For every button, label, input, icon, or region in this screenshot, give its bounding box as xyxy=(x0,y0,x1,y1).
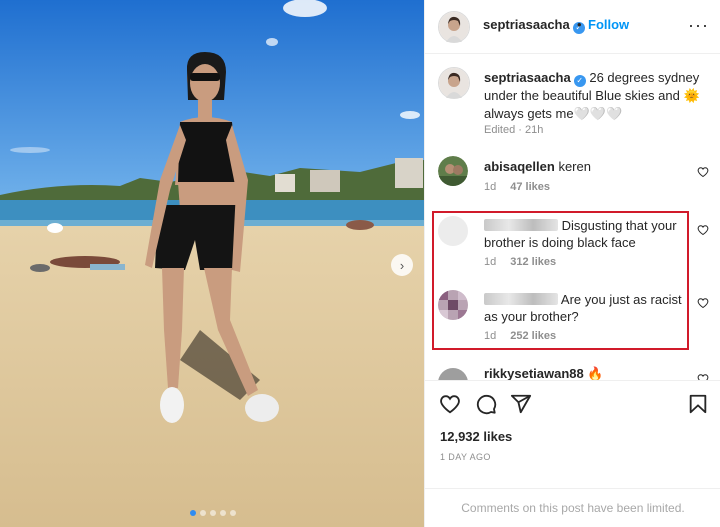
comment-text: abisaqellen keren xyxy=(484,158,684,175)
paper-plane-icon[interactable] xyxy=(510,393,532,415)
edited-label: Edited xyxy=(484,124,516,136)
fire-emoji-icon: 🔥 xyxy=(587,366,604,380)
carousel-dots xyxy=(190,510,236,516)
comments-limited-notice: Comments on this post have been limited. xyxy=(425,488,720,527)
post-photo[interactable]: › xyxy=(0,0,424,527)
post-header: septriasaacha ✓ • Follow ··· xyxy=(425,0,720,54)
caption-meta: Edited · 21h xyxy=(484,124,544,136)
heart-icon[interactable] xyxy=(439,393,461,415)
caption-username[interactable]: septriasaacha xyxy=(484,70,571,85)
heart-icon[interactable] xyxy=(697,373,709,380)
carousel-dot xyxy=(230,510,236,516)
comment-item: rikkysetiawan88 🔥 xyxy=(425,362,720,380)
carousel-dot xyxy=(210,510,216,516)
comment-likes[interactable]: 47 likes xyxy=(510,181,550,193)
heart-icon[interactable] xyxy=(697,166,709,178)
post-actions xyxy=(425,380,720,420)
heart-icon[interactable] xyxy=(697,297,709,309)
author-avatar[interactable] xyxy=(438,11,470,43)
comment-username[interactable]: rikkysetiawan88 xyxy=(484,366,584,380)
caption-text: septriasaacha ✓ 26 degrees sydney under t… xyxy=(484,69,704,123)
more-options-icon[interactable]: ··· xyxy=(688,15,709,36)
caption-time[interactable]: 21h xyxy=(525,124,543,136)
next-photo-button[interactable]: › xyxy=(391,254,413,276)
comment-time[interactable]: 1d xyxy=(484,181,496,193)
caption-avatar[interactable] xyxy=(438,67,470,99)
verified-badge-icon: ✓ xyxy=(573,75,586,87)
beach-photo xyxy=(0,0,424,527)
post-date[interactable]: 1 DAY AGO xyxy=(440,452,491,462)
author-username[interactable]: septriasaacha ✓ xyxy=(483,17,585,34)
bookmark-icon[interactable] xyxy=(687,393,709,415)
heart-icon[interactable] xyxy=(697,224,709,236)
avatar-image xyxy=(439,12,469,42)
highlight-box xyxy=(432,211,689,350)
follow-button[interactable]: Follow xyxy=(588,17,629,32)
comment-icon[interactable] xyxy=(475,393,497,415)
comment-body: keren xyxy=(558,159,591,174)
carousel-dot xyxy=(200,510,206,516)
carousel-dot xyxy=(220,510,226,516)
carousel-dot xyxy=(190,510,196,516)
commenter-avatar[interactable] xyxy=(438,156,468,186)
likes-count[interactable]: 12,932 likes xyxy=(440,429,512,444)
username-text[interactable]: septriasaacha xyxy=(483,17,570,32)
separator-dot: • xyxy=(577,17,582,32)
avatar-image xyxy=(439,68,469,98)
comment-username[interactable]: abisaqellen xyxy=(484,159,555,174)
avatar-image xyxy=(438,156,468,186)
commenter-avatar[interactable] xyxy=(438,368,468,380)
comment-meta: 1d 47 likes xyxy=(484,181,550,193)
comment-text: rikkysetiawan88 🔥 xyxy=(484,365,684,380)
